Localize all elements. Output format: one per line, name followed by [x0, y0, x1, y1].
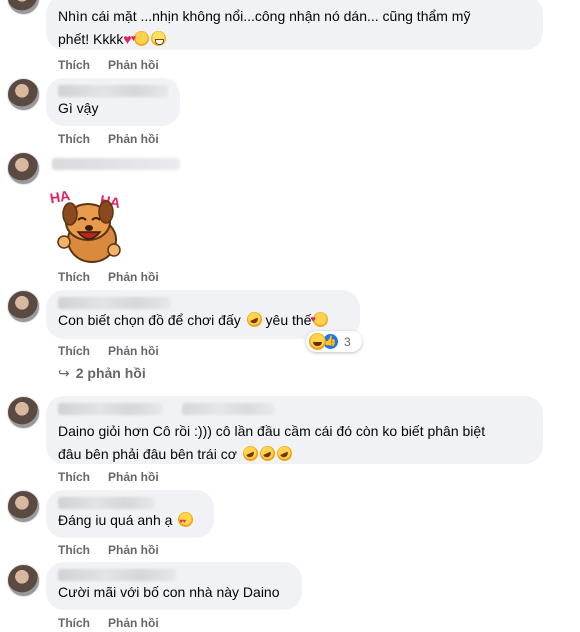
commenter-avatar[interactable]	[7, 0, 40, 15]
comment-actions: Thích Phản hồi	[58, 58, 177, 72]
commenter-name-blurred	[58, 569, 176, 581]
comment-actions: Thích Phản hồi	[58, 344, 177, 358]
laughing-dog-sticker: HA HA	[49, 187, 122, 263]
reply-link[interactable]: Phản hồi	[108, 470, 159, 484]
reply-arrow-icon: ↪	[58, 365, 70, 381]
comment-bubble: Cười mãi với bố con nhà này Daino	[46, 562, 302, 610]
commenter-name-blurred	[182, 403, 275, 415]
comment-actions: Thích Phản hồi	[58, 470, 177, 484]
comment-text: Cười mãi với bố con nhà này Daino	[58, 584, 280, 600]
comment-text: Daino giỏi hơn Cô rồi :))) cô lần đầu cầ…	[58, 423, 486, 439]
like-link[interactable]: Thích	[58, 344, 90, 358]
commenter-name-blurred	[58, 85, 168, 97]
comment-actions: Thích Phản hồi	[58, 270, 177, 284]
reply-link[interactable]: Phản hồi	[108, 132, 159, 146]
haha-reaction-icon	[309, 333, 326, 350]
view-replies-link[interactable]: ↪ 2 phản hồi	[58, 365, 146, 382]
commenter-name-blurred	[52, 158, 180, 170]
commenter-avatar[interactable]	[7, 490, 40, 523]
reactions-summary[interactable]: 👍 3	[306, 331, 362, 352]
commenter-name-blurred	[58, 297, 170, 309]
reply-link[interactable]: Phản hồi	[108, 543, 159, 557]
comment-actions: Thích Phản hồi	[58, 616, 177, 630]
rolling-on-floor-laughing-icon	[257, 443, 278, 464]
commenter-avatar[interactable]	[7, 564, 40, 597]
grinning-face-icon	[150, 31, 166, 46]
comment-bubble: Đáng iu quá anh ạ	[46, 490, 214, 538]
comment-actions: Thích Phản hồi	[58, 543, 177, 557]
smiling-face-with-heart-eyes-icon	[178, 511, 194, 534]
commenter-name-blurred	[58, 403, 162, 415]
rolling-on-floor-laughing-icon	[274, 443, 295, 464]
like-link[interactable]: Thích	[58, 543, 90, 557]
comment-bubble: Daino giỏi hơn Cô rồi :))) cô lần đầu cầ…	[46, 396, 543, 464]
like-link[interactable]: Thích	[58, 470, 90, 484]
comment-bubble: Gì vậy	[46, 78, 180, 126]
rolling-on-floor-laughing-icon	[240, 443, 261, 464]
reply-link[interactable]: Phản hồi	[108, 270, 159, 284]
commenter-name-blurred	[58, 497, 154, 509]
comment-text-line-2: đâu bên phải đâu bên trái cơ	[58, 443, 531, 466]
comment-text: Gì vậy	[58, 100, 99, 116]
comment-text: Nhìn cái mặt ...nhịn không nổi...công nh…	[58, 8, 471, 24]
reply-link[interactable]: Phản hồi	[108, 344, 159, 358]
commenter-avatar[interactable]	[7, 78, 40, 111]
comment-text: Con biết chọn đồ để chơi đấy yêu thế	[58, 308, 348, 332]
commenter-avatar[interactable]	[7, 290, 40, 323]
commenter-avatar[interactable]	[7, 396, 40, 429]
like-link[interactable]: Thích	[58, 132, 90, 146]
smiling-face-with-hearts-icon	[131, 27, 149, 50]
like-link[interactable]: Thích	[58, 270, 90, 284]
like-link[interactable]: Thích	[58, 616, 90, 630]
comment-text: Đáng iu quá anh ạ	[58, 509, 202, 534]
comment-bubble: Nhìn cái mặt ...nhịn không nổi...công nh…	[46, 0, 543, 50]
comment-text-line-2: phết! Kkkk♥	[58, 27, 531, 51]
reaction-count: 3	[344, 334, 351, 349]
replies-label: 2 phản hồi	[75, 365, 146, 381]
like-link[interactable]: Thích	[58, 58, 90, 72]
comment-actions: Thích Phản hồi	[58, 132, 177, 146]
reply-link[interactable]: Phản hồi	[108, 616, 159, 630]
reply-link[interactable]: Phản hồi	[108, 58, 159, 72]
commenter-avatar[interactable]	[7, 152, 40, 185]
smiling-face-with-hearts-icon	[310, 308, 329, 331]
